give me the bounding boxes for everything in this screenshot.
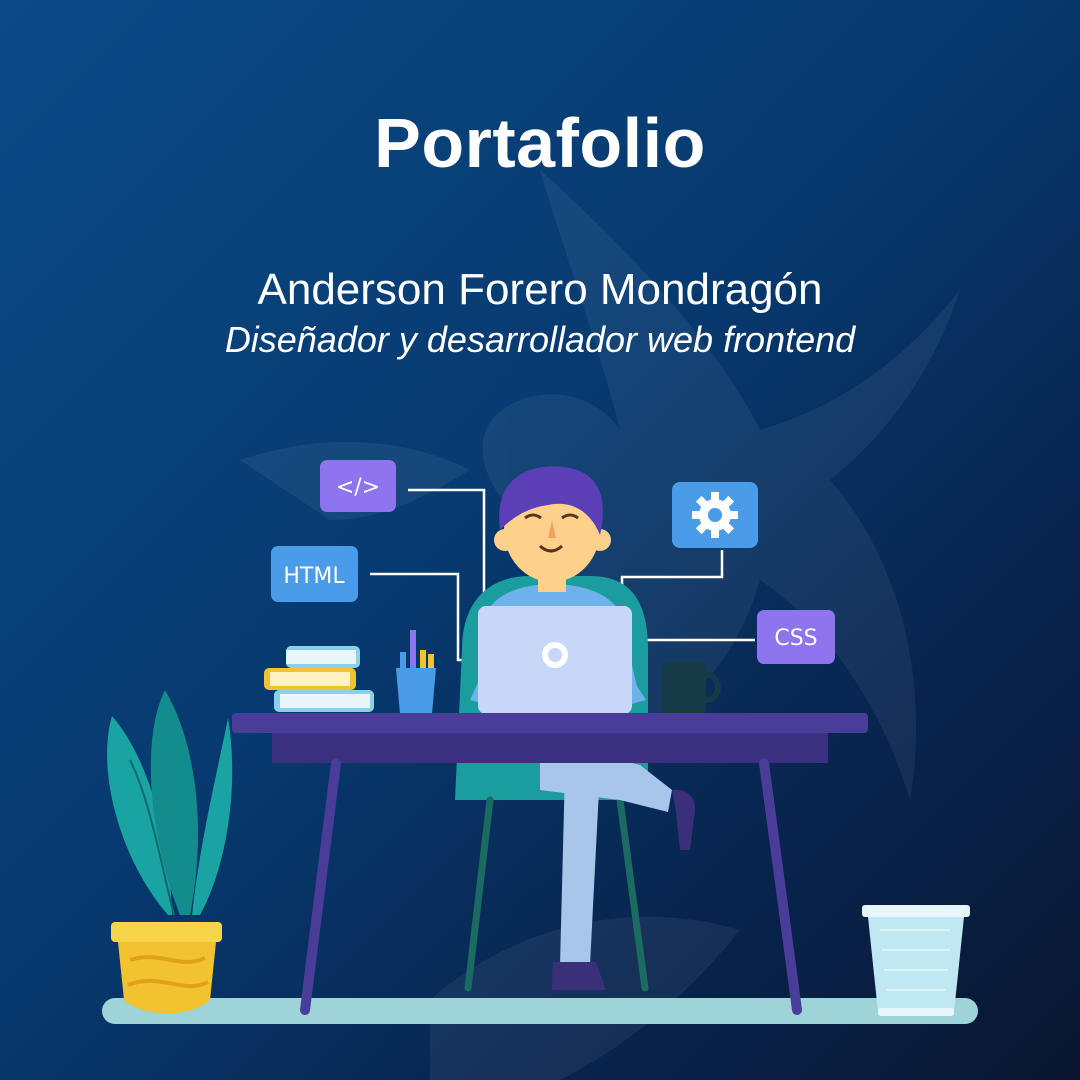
pencil-cup [396, 630, 436, 714]
trash-bin [862, 905, 970, 1016]
author-role: Diseñador y desarrollador web frontend [224, 319, 856, 360]
code-icon: </> [336, 475, 380, 500]
gear-icon [692, 492, 738, 538]
code-tag: </> [320, 460, 396, 512]
gear-tag [672, 482, 758, 548]
potted-plant [107, 690, 233, 1014]
portfolio-poster: </> HTML CSS Portafolio Anderson Forero … [0, 0, 1080, 1080]
laptop [478, 606, 632, 714]
book-stack [264, 646, 374, 712]
html-tag-label: HTML [283, 564, 345, 589]
css-tag: CSS [757, 610, 835, 664]
page-title: Portafolio [374, 104, 706, 182]
html-tag: HTML [271, 546, 358, 602]
css-tag-label: CSS [774, 626, 817, 651]
author-name: Anderson Forero Mondragón [257, 265, 823, 314]
floor-strip [102, 998, 978, 1024]
